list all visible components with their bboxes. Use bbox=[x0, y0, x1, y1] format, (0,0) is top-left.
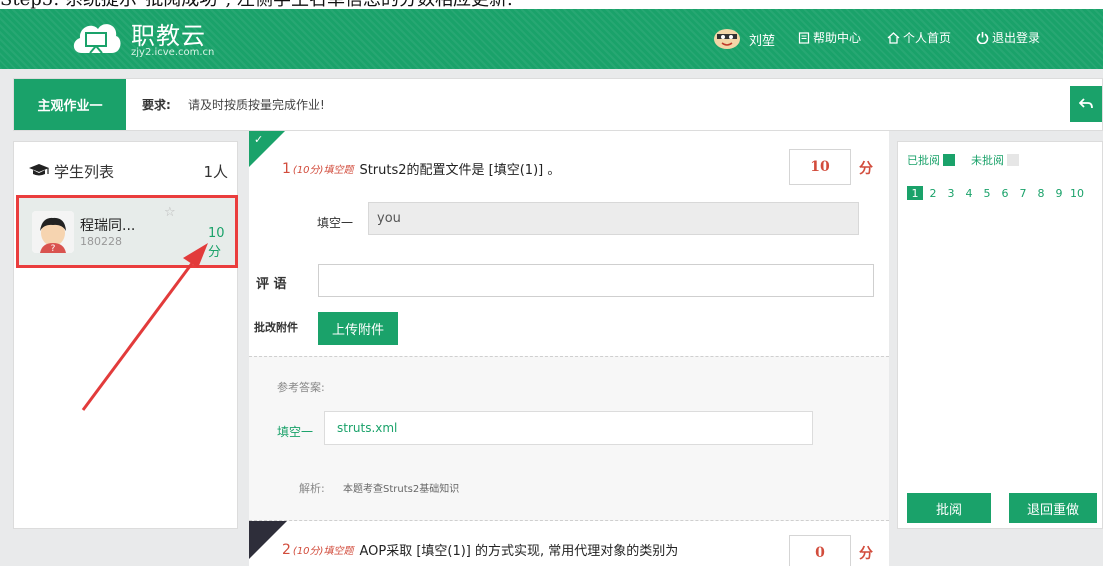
user-name: 刘堃 bbox=[749, 33, 776, 49]
question-2-text: AOP采取 [填空(1)] 的方式实现, 常用代理对象的类别为 bbox=[359, 544, 679, 559]
question-meta: (10分)填空题 bbox=[292, 165, 354, 176]
user-avatar-icon bbox=[714, 29, 740, 49]
analysis-label: 解析: bbox=[299, 482, 325, 495]
return-redo-button[interactable]: 退回重做 bbox=[1009, 493, 1097, 523]
question-2-score-input[interactable]: 0 bbox=[789, 535, 851, 566]
back-arrow-icon bbox=[1079, 98, 1093, 109]
page-button[interactable]: 10 bbox=[1069, 186, 1085, 200]
power-icon bbox=[976, 32, 989, 44]
question-2-number: 2 bbox=[282, 541, 291, 558]
page-button[interactable]: 5 bbox=[979, 186, 995, 200]
home-label: 个人首页 bbox=[903, 31, 952, 45]
home-icon bbox=[887, 31, 900, 44]
question-1-header: 1 (10分)填空题 Struts2的配置文件是 [填空(1)] 。 bbox=[282, 159, 561, 179]
page-root: Step5: 系统提示"批阅成功", 左侧学生名单信息的分数相应更新. 职教云 … bbox=[0, 0, 1103, 566]
comment-textarea[interactable] bbox=[318, 264, 874, 297]
reference-answer-section: 参考答案: 填空一 struts.xml 解析: 本题考查Struts2基础知识 bbox=[249, 356, 889, 521]
graduation-cap-icon bbox=[29, 164, 49, 176]
user-info[interactable]: 刘堃 bbox=[713, 26, 775, 52]
review-legend: 已批阅 未批阅 bbox=[907, 152, 1035, 168]
page-button[interactable]: 4 bbox=[961, 186, 977, 200]
reference-title: 参考答案: bbox=[277, 381, 325, 394]
review-status-panel: 已批阅 未批阅 1 2 3 4 5 6 7 8 9 10 批阅 退回重做 bbox=[897, 141, 1103, 529]
help-doc-icon bbox=[798, 31, 810, 44]
assignment-tab[interactable]: 主观作业一 bbox=[14, 79, 126, 130]
attachment-label: 批改附件 bbox=[254, 321, 298, 334]
logout-label: 退出登录 bbox=[992, 31, 1041, 45]
cloud-logo-icon[interactable] bbox=[68, 15, 122, 61]
grading-panel: ✓ 1 (10分)填空题 Struts2的配置文件是 [填空(1)] 。 10 … bbox=[249, 131, 889, 566]
highlight-frame bbox=[16, 195, 238, 268]
reviewed-swatch bbox=[943, 154, 955, 166]
home-link[interactable]: 个人首页 bbox=[887, 29, 951, 46]
student-list-title: 学生列表 bbox=[54, 162, 115, 181]
page-button[interactable]: 3 bbox=[943, 186, 959, 200]
question-2-meta: (10分)填空题 bbox=[292, 546, 354, 557]
analysis-text: 本题考查Struts2基础知识 bbox=[343, 484, 460, 495]
page-button[interactable]: 2 bbox=[925, 186, 941, 200]
score-unit: 分 bbox=[859, 161, 873, 177]
help-center-link[interactable]: 帮助中心 bbox=[798, 29, 861, 46]
logout-link[interactable]: 退出登录 bbox=[976, 29, 1040, 46]
unreviewed-swatch bbox=[1007, 154, 1019, 166]
page-button[interactable]: 6 bbox=[997, 186, 1013, 200]
question-2-header: 2 (10分)填空题 AOP采取 [填空(1)] 的方式实现, 常用代理对象的类… bbox=[282, 540, 679, 560]
question-2-score-unit: 分 bbox=[859, 546, 873, 562]
student-count: 1人 bbox=[203, 163, 228, 181]
page-button[interactable]: 9 bbox=[1051, 186, 1067, 200]
document-caption: Step5: 系统提示"批阅成功", 左侧学生名单信息的分数相应更新. bbox=[0, 0, 1103, 9]
page-button[interactable]: 1 bbox=[907, 186, 923, 200]
page-button[interactable]: 8 bbox=[1033, 186, 1049, 200]
help-center-label: 帮助中心 bbox=[813, 31, 862, 45]
upload-attachment-button[interactable]: 上传附件 bbox=[318, 312, 398, 345]
page-button[interactable]: 7 bbox=[1015, 186, 1031, 200]
reference-answer-field: struts.xml bbox=[324, 411, 813, 445]
requirement-text: 请及时按质按量完成作业! bbox=[188, 98, 325, 112]
legend-reviewed-label: 已批阅 bbox=[907, 154, 940, 167]
requirement-label: 要求: bbox=[142, 98, 171, 112]
brand-title: 职教云 bbox=[131, 22, 206, 50]
brand-domain: zjy2.icve.com.cn bbox=[131, 47, 215, 58]
review-button[interactable]: 批阅 bbox=[907, 493, 991, 523]
comment-label: 评 语 bbox=[256, 277, 287, 292]
top-header: 职教云 zjy2.icve.com.cn 刘堃 帮助中心 个人首页 退出登录 bbox=[0, 9, 1103, 69]
back-button[interactable] bbox=[1070, 86, 1102, 122]
assignment-bar: 主观作业一 要求: 请及时按质按量完成作业! bbox=[13, 78, 1103, 131]
legend-unreviewed-label: 未批阅 bbox=[971, 154, 1004, 167]
check-icon: ✓ bbox=[254, 133, 264, 146]
question-number: 1 bbox=[282, 160, 291, 177]
reference-blank-label: 填空一 bbox=[277, 425, 314, 439]
question-pager: 1 2 3 4 5 6 7 8 9 10 bbox=[907, 186, 1087, 200]
blank-label: 填空一 bbox=[317, 216, 354, 230]
student-list-header: 学生列表 1人 bbox=[28, 159, 228, 183]
question-text: Struts2的配置文件是 [填空(1)] 。 bbox=[359, 163, 561, 178]
student-answer-field: you bbox=[368, 202, 859, 235]
score-input[interactable]: 10 bbox=[789, 149, 851, 185]
